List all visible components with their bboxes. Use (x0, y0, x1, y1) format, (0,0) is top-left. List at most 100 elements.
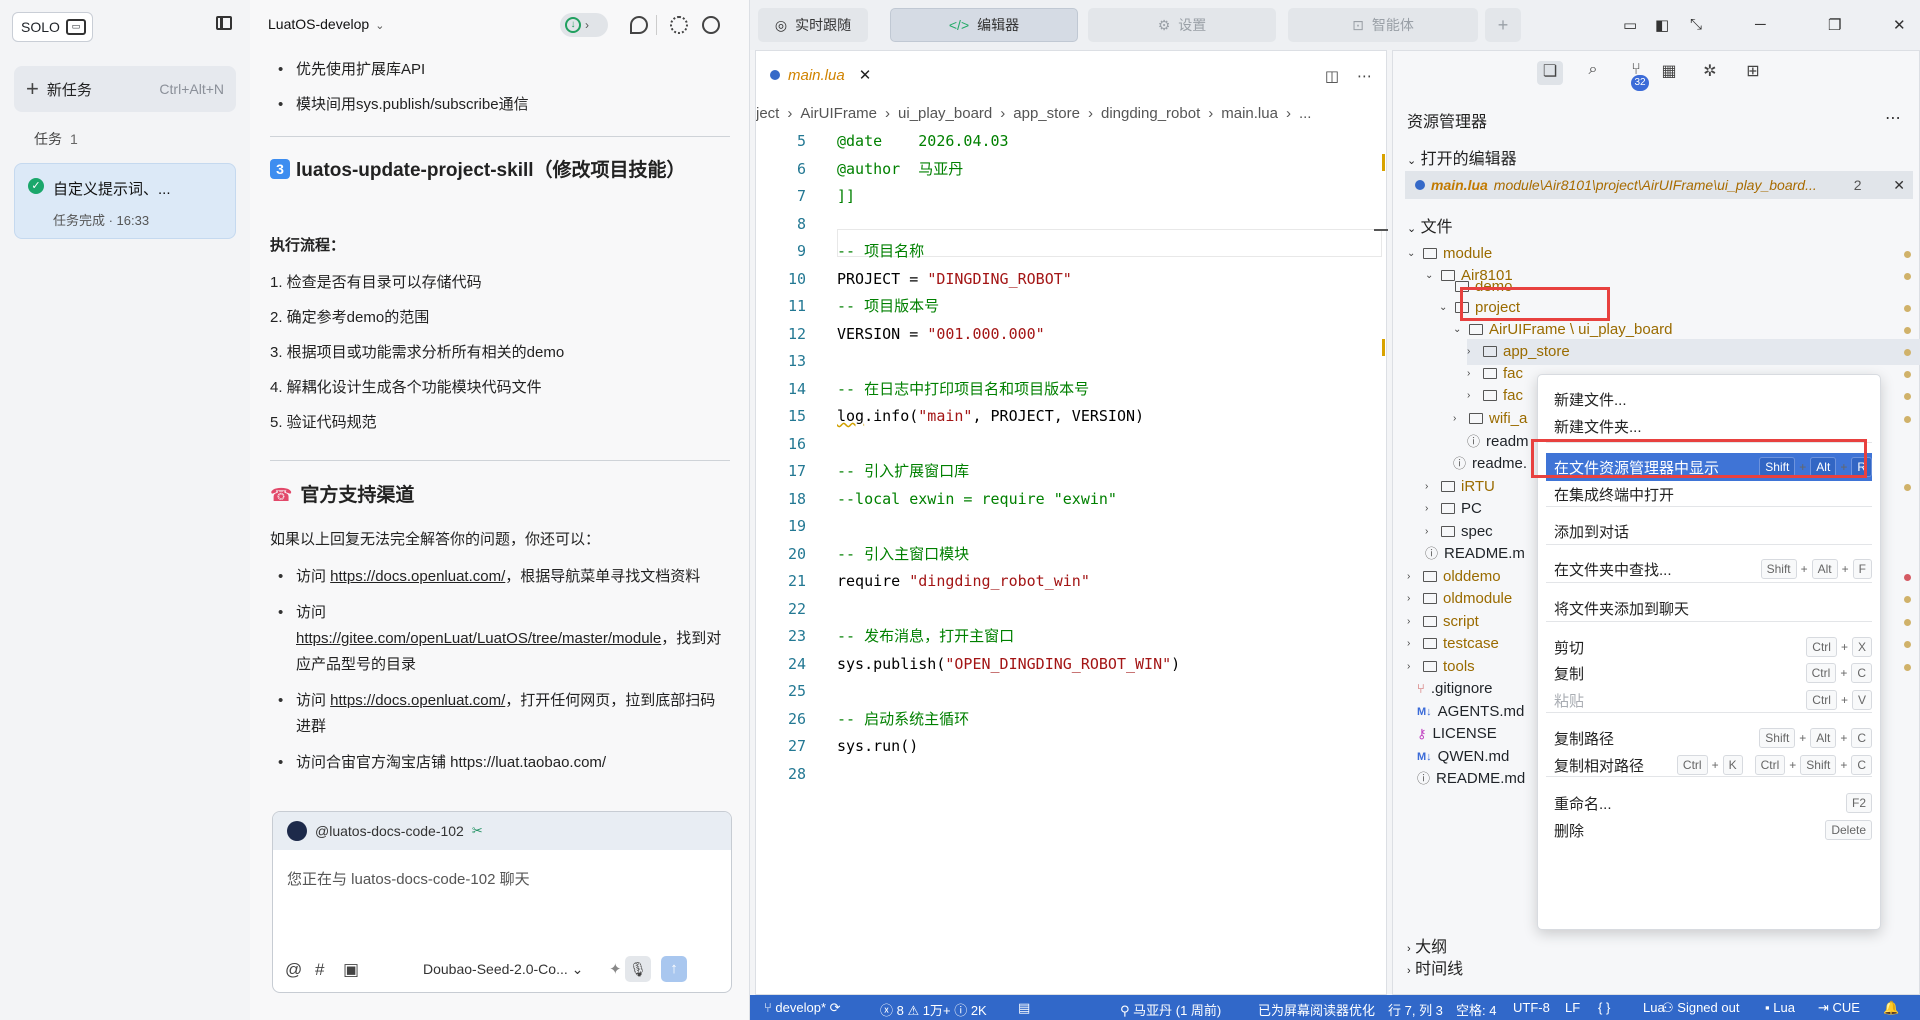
extensions-icon[interactable]: ▦ (1656, 61, 1682, 85)
editor-tab[interactable]: main.lua ✕ (756, 51, 891, 101)
menu-item[interactable]: 重命名... F2 (1546, 789, 1872, 817)
encoding-indicator[interactable]: UTF-8 (1513, 1000, 1550, 1015)
code-line[interactable]: 22 (756, 596, 1388, 624)
breadcrumb-item[interactable]: ject (756, 105, 779, 122)
code-lines[interactable]: 5 @date 2026.04.03 6 @author 马亚丹 7]] 8 9 -- 项目名… (756, 128, 1388, 788)
breadcrumb-item[interactable]: ... (1299, 105, 1312, 122)
tab-editor[interactable]: </> 编辑器 (890, 8, 1078, 42)
image-icon[interactable]: ▣ (343, 960, 359, 980)
code-line[interactable]: 23 -- 发布消息，打开主窗口 (756, 623, 1388, 651)
tree-item[interactable]: demo (1439, 281, 1513, 293)
menu-item[interactable]: 剪切 Ctrl + X (1546, 633, 1872, 661)
close-icon[interactable]: ✕ (1893, 16, 1906, 34)
menu-item[interactable]: 复制路径 Shift + Alt + C (1546, 724, 1872, 752)
restore-icon[interactable]: ❐ (1828, 16, 1841, 34)
menu-item[interactable]: 在集成终端中打开 (1546, 480, 1872, 508)
tab-settings[interactable]: ⚙ 设置 (1088, 8, 1276, 42)
new-task-button[interactable]: + 新任务 Ctrl+Alt+N (14, 66, 236, 112)
menu-item[interactable]: 新建文件... (1546, 385, 1872, 413)
tree-item[interactable]: ⓘ README.md (1417, 766, 1525, 792)
code-line[interactable]: 12 VERSION = "001.000.000" (756, 321, 1388, 349)
chat-input[interactable]: 您正在与 luatos-docs-code-102 聊天 (287, 868, 530, 889)
bell-icon[interactable]: 🔔 (1883, 1000, 1899, 1016)
code-line[interactable]: 24 sys.publish("OPEN_DINGDING_ROBOT_WIN") (756, 651, 1388, 679)
code-line[interactable]: 26 -- 启动系统主循环 (756, 706, 1388, 734)
code-line[interactable]: 18 --local exwin = require "exwin" (756, 486, 1388, 514)
download-status-button[interactable]: ↓ › (560, 13, 608, 37)
code-line[interactable]: 25 (756, 678, 1388, 706)
menu-item[interactable]: 粘贴 Ctrl + V (1546, 686, 1872, 714)
menu-item[interactable]: 复制相对路径 Ctrl + K Ctrl + Shift + C (1546, 751, 1872, 779)
send-button[interactable]: ↑ (661, 956, 687, 982)
solo-mode-button[interactable]: SOLO ▭ (12, 12, 93, 42)
timeline-section[interactable]: › 时间线 (1407, 955, 1463, 979)
breadcrumb-item[interactable]: ui_play_board (898, 105, 992, 122)
collapse-icon[interactable]: ⤡ (1690, 16, 1702, 33)
menu-item[interactable]: 将文件夹添加到聊天 (1546, 594, 1872, 622)
code-line[interactable]: 11 -- 项目版本号 (756, 293, 1388, 321)
eol-indicator[interactable]: LF (1565, 1000, 1580, 1015)
more-icon[interactable]: ⋯ (1885, 108, 1901, 128)
debug-icon[interactable]: ✲ (1697, 61, 1723, 85)
menu-item[interactable]: 在文件夹中查找... Shift + Alt + F (1546, 555, 1872, 583)
menu-item[interactable]: 删除 Delete (1546, 816, 1872, 844)
close-icon[interactable]: ✕ (859, 66, 872, 84)
tab-agent[interactable]: ⊡ 智能体 (1288, 8, 1478, 42)
files-icon[interactable]: ❏ (1537, 61, 1563, 85)
code-line[interactable]: 21 require "dingding_robot_win" (756, 568, 1388, 596)
code-line[interactable]: 28 (756, 761, 1388, 789)
microphone-button[interactable]: 🎙 (625, 956, 651, 982)
code-line[interactable]: 9 -- 项目名称 (756, 238, 1388, 266)
more-icon[interactable]: ⋯ (1357, 67, 1372, 85)
indent-indicator[interactable]: 空格: 4 (1456, 1000, 1496, 1019)
search-icon[interactable]: ⌕ (1580, 61, 1606, 85)
model-selector[interactable]: Doubao-Seed-2.0-Co... ⌄ (423, 961, 583, 978)
code-line[interactable]: 10 PROJECT = "DINGDING_ROBOT" (756, 266, 1388, 294)
menu-item[interactable]: 复制 Ctrl + C (1546, 659, 1872, 687)
sparkle-icon[interactable]: ✦ (609, 960, 622, 978)
layout-sidebar-icon[interactable]: ◧ (1655, 16, 1669, 34)
open-editors-section[interactable]: ⌄ 打开的编辑器 (1407, 145, 1517, 169)
breadcrumb-item[interactable]: main.lua (1221, 105, 1278, 122)
open-editor-item[interactable]: main.lua module\Air8101\project\AirUIFra… (1405, 171, 1913, 199)
code-line[interactable]: 13 (756, 348, 1388, 376)
task-item[interactable]: ✓ 自定义提示词、... 任务完成 · 16:33 (14, 163, 236, 239)
account-icon[interactable] (702, 16, 720, 34)
code-line[interactable]: 17 -- 引入扩展窗口库 (756, 458, 1388, 486)
docs-link[interactable]: https://docs.openluat.com/ (330, 692, 505, 709)
lua-indicator[interactable]: ▪ Lua (1765, 1000, 1795, 1015)
tab-live-follow[interactable]: ◎ 实时跟随 (758, 8, 868, 42)
close-icon[interactable]: ✕ (1893, 177, 1905, 194)
menu-item[interactable]: 添加到对话 (1546, 517, 1872, 545)
menu-item[interactable]: 新建文件夹... (1546, 412, 1872, 440)
code-line[interactable]: 14 -- 在日志中打印项目名和项目版本号 (756, 376, 1388, 404)
blame-indicator[interactable]: ⚲ 马亚丹 (1 周前) (1120, 1000, 1221, 1019)
a11y-indicator[interactable]: 已为屏幕阅读器优化 (1258, 1000, 1375, 1019)
menu-item[interactable]: 在文件资源管理器中显示 Shift + Alt + R (1546, 453, 1872, 481)
split-editor-icon[interactable]: ◫ (1325, 67, 1339, 85)
code-line[interactable]: 16 (756, 431, 1388, 459)
code-line[interactable]: 27 sys.run() (756, 733, 1388, 761)
gitee-link[interactable]: https://gitee.com/openLuat/LuatOS/tree/m… (296, 630, 661, 647)
code-line[interactable]: 8 (756, 211, 1388, 239)
at-icon[interactable]: @ (285, 960, 302, 980)
files-section[interactable]: ⌄ 文件 (1407, 213, 1453, 237)
code-line[interactable]: 7]] (756, 183, 1388, 211)
remote-icon[interactable]: ⊞ (1740, 61, 1766, 85)
minimize-icon[interactable]: ─ (1755, 16, 1766, 33)
docs-link[interactable]: https://docs.openluat.com/ (330, 568, 505, 585)
cue-indicator[interactable]: ⇥ CUE (1818, 1000, 1860, 1016)
code-line[interactable]: 19 (756, 513, 1388, 541)
bracket-indicator[interactable]: { } (1598, 1000, 1610, 1015)
code-line[interactable]: 5 @date 2026.04.03 (756, 128, 1388, 156)
breadcrumb-item[interactable]: dingding_robot (1101, 105, 1200, 122)
add-tab-button[interactable]: + (1485, 8, 1521, 42)
breadcrumb-item[interactable]: app_store (1013, 105, 1080, 122)
code-line[interactable]: 15 log.info("main", PROJECT, VERSION) (756, 403, 1388, 431)
sidebar-toggle-icon[interactable] (216, 16, 232, 30)
project-selector[interactable]: LuatOS-develop ⌄ (268, 16, 384, 32)
chat-bubble-icon[interactable] (630, 16, 648, 34)
cursor-position[interactable]: 行 7, 列 3 (1388, 1000, 1443, 1019)
branch-indicator[interactable]: ⑂ develop* ⟳ (764, 1000, 841, 1016)
outline-section[interactable]: › 大纲 (1407, 933, 1447, 957)
